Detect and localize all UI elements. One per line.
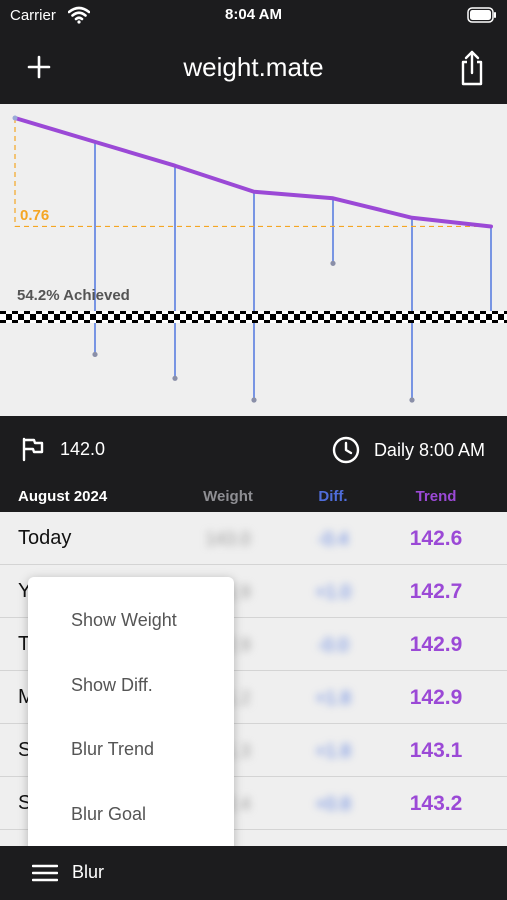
row-trend: 143.1 [409,739,463,762]
menu-item-show-weight[interactable]: Show Weight [71,610,177,631]
goal-finish-line [0,311,507,323]
bottom-toolbar: Blur [0,846,507,900]
goal-button[interactable]: 142.0 [20,436,105,462]
row-trend: 143.2 [409,792,463,815]
weight-point [251,397,257,403]
row-diff: -0.0 [317,635,349,655]
menu-item-show-diff[interactable]: Show Diff. [71,675,153,696]
row-trend: 142.9 [409,633,463,656]
trend-line [13,116,493,229]
flag-icon [22,437,44,462]
menu-item-blur-goal[interactable]: Blur Goal [71,804,146,825]
weight-point [409,397,415,403]
diff-column-header[interactable]: Diff. [283,488,383,505]
blur-label: Blur [72,862,105,882]
clock-icon [332,436,360,464]
row-diff: -0.4 [317,529,349,549]
row-date: Today [18,527,72,549]
row-trend: 142.7 [409,580,463,603]
weight-point [330,260,336,266]
month-header: August 2024 [18,488,108,505]
blur-button[interactable]: Blur [32,862,104,883]
status-bar: Carrier 8:04 AM [0,0,507,32]
weight-point [92,351,98,358]
trend-start-point [12,115,18,121]
table-row[interactable]: Today 143.0 -0.4 142.6 [0,512,507,565]
row-diff: +1.8 [315,688,351,708]
trend-chart-svg: 0.76 54.2% Achieved [0,115,507,403]
trend-column-header[interactable]: Trend [386,488,486,505]
blur-options-menu: Show Weight Show Diff. Blur Trend Blur G… [28,577,234,856]
row-diff: +1.0 [315,582,351,602]
goal-value: 142.0 [60,438,106,459]
row-weight: 143.0 [205,529,251,549]
row-trend: 142.6 [409,527,463,550]
hamburger-icon [32,864,58,881]
achieved-label: 54.2% Achieved [17,287,130,304]
reminder-button[interactable]: Daily 8:00 AM [332,436,485,464]
goal-value-label: 0.76 [20,207,49,224]
battery-icon [467,7,497,28]
weight-point [172,375,178,381]
share-icon [461,50,483,86]
share-button[interactable] [455,48,489,88]
row-diff: +1.8 [315,741,351,761]
row-diff: +0.8 [315,794,351,814]
weight-column-header[interactable]: Weight [178,488,278,505]
menu-item-blur-trend[interactable]: Blur Trend [71,739,154,760]
reminder-label: Daily 8:00 AM [373,439,485,460]
info-bar: 142.0 Daily 8:00 AM [0,416,507,482]
row-trend: 142.9 [409,686,463,709]
nav-bar: weight.mate [0,32,507,104]
status-time: 8:04 AM [225,6,282,23]
table-header: August 2024 Weight Diff. Trend [0,482,507,512]
page-title: weight.mate [183,52,324,82]
trend-chart[interactable]: 0.76 54.2% Achieved [0,104,507,416]
